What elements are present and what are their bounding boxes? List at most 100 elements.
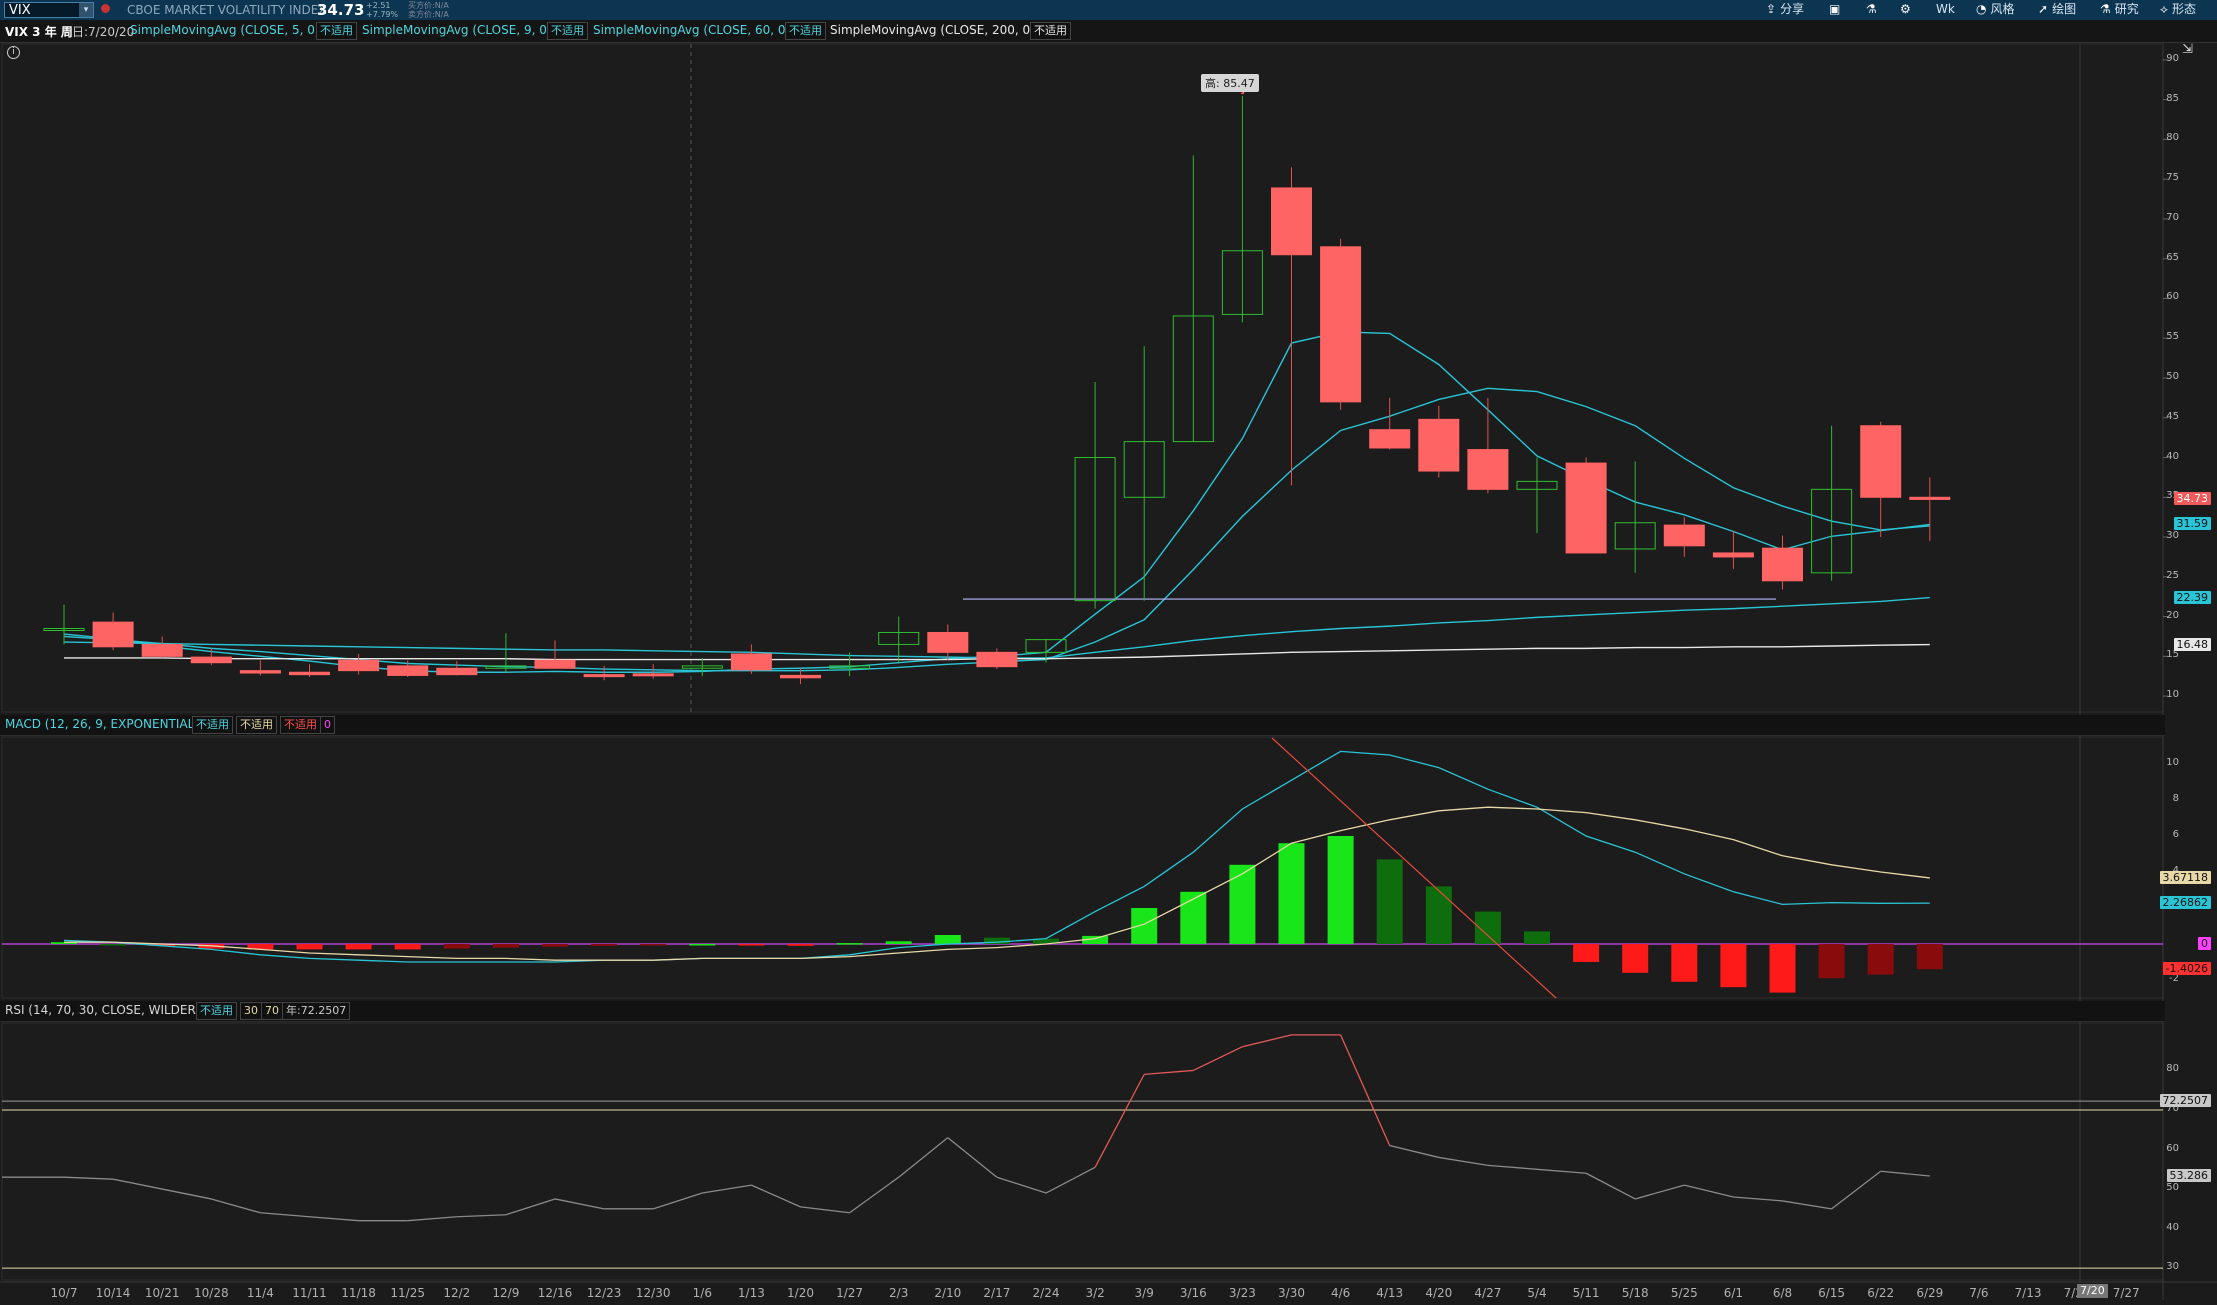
time-tick: 11/11: [292, 1286, 327, 1300]
macd-histogram-bar: [1425, 886, 1452, 944]
candle-body: [190, 656, 232, 664]
macd-histogram-bar: [394, 944, 421, 950]
rsi-header: RSI (14, 70, 30, CLOSE, WILDERS, no) 不适用…: [0, 1001, 2165, 1022]
price-label-box: 34.73: [2173, 492, 2211, 506]
rsi-label-box: 72.2507: [2159, 1094, 2211, 1108]
macd-label[interactable]: MACD (12, 26, 9, EXPONENTIAL, no): [5, 717, 222, 731]
candle-body: [1909, 496, 1951, 500]
time-tick: 6/8: [1772, 1286, 1793, 1300]
chart-canvas[interactable]: ↘: [0, 0, 2217, 1305]
price-tick: 75: [2166, 172, 2179, 184]
macd-histogram-bar: [542, 944, 568, 947]
candle-body: [436, 667, 478, 676]
macd-histogram-bar: [738, 944, 765, 946]
candle-body: [289, 671, 330, 676]
macd-histogram-bar: [1671, 944, 1698, 982]
time-tick: 1/27: [836, 1286, 864, 1300]
time-tick: 10/14: [95, 1286, 131, 1300]
candle-body: [1860, 425, 1902, 498]
time-tick: 10/21: [144, 1286, 180, 1300]
time-tick: 6/22: [1867, 1286, 1895, 1300]
candle-body: [1418, 418, 1460, 472]
time-tick: 4/13: [1376, 1286, 1404, 1300]
macd-label-box: -1.4026: [2162, 962, 2211, 976]
rsi-year-tag: 年:72.2507: [282, 1002, 351, 1020]
time-tick: 5/25: [1670, 1286, 1698, 1300]
rsi-tick: 80: [2166, 1063, 2179, 1075]
candle-body: [730, 653, 772, 671]
macd-histogram-bar: [1818, 944, 1845, 979]
macd-zero-tag: 0: [320, 716, 335, 734]
macd-histogram-bar: [836, 943, 863, 945]
candle-body: [534, 659, 576, 669]
high-price-tag: 高: 85.47: [1201, 74, 1259, 92]
time-tick: 12/30: [635, 1286, 671, 1300]
price-tick: 70: [2166, 211, 2179, 223]
candle-body: [1467, 449, 1509, 490]
macd-histogram-bar: [1720, 944, 1747, 988]
candle-body: [632, 673, 674, 677]
price-tick: 45: [2166, 410, 2179, 422]
macd-label-box: 0: [2198, 937, 2211, 950]
price-tick: 80: [2166, 132, 2179, 144]
macd-histogram-bar: [1622, 944, 1649, 973]
macd-histogram-bar: [492, 944, 519, 948]
macd-histogram-bar: [1327, 836, 1354, 944]
macd-histogram-bar: [1131, 908, 1158, 944]
price-tick: 50: [2166, 371, 2179, 382]
macd-histogram-bar: [1769, 944, 1796, 993]
macd-histogram-bar: [934, 935, 961, 944]
time-tick: 1/20: [787, 1286, 814, 1300]
price-tick: 10: [2166, 689, 2179, 701]
price-tick: 20: [2166, 609, 2179, 621]
time-tick: 2/24: [1032, 1286, 1060, 1300]
macd-tick: 10: [2166, 757, 2179, 768]
macd-histogram-bar: [296, 944, 323, 950]
time-tick: 3/30: [1278, 1286, 1305, 1300]
macd-histogram-bar: [885, 941, 912, 944]
time-tick: 2/10: [934, 1286, 962, 1300]
info-icon[interactable]: i: [7, 46, 20, 59]
rsi-overbought-tag: 70: [261, 1002, 283, 1020]
rsi-oversold-tag: 30: [240, 1002, 262, 1020]
candle-body: [387, 665, 429, 676]
candle-body: [927, 631, 969, 653]
macd-histogram-bar: [1278, 843, 1305, 944]
time-tick: 7/6: [1969, 1286, 1989, 1300]
time-tick: 3/9: [1134, 1286, 1154, 1300]
macd-histogram-bar: [1916, 944, 1943, 970]
time-tick: 4/6: [1330, 1286, 1351, 1300]
time-tick: 7/27: [2112, 1286, 2140, 1300]
price-label-box: 16.48: [2173, 637, 2211, 651]
time-tick: 6/15: [1818, 1286, 1846, 1300]
macd-label-box: 3.67118: [2159, 870, 2211, 884]
time-tick: 12/2: [443, 1286, 471, 1300]
candle-body: [239, 670, 281, 674]
price-tick: 85: [2166, 92, 2179, 104]
candle-body: [1565, 462, 1607, 554]
price-frame: [1, 43, 2164, 713]
price-tick: 40: [2166, 450, 2179, 462]
candle-body: [1271, 187, 1312, 256]
rsi-label-box: 53.286: [2166, 1169, 2211, 1183]
price-label-box: 31.59: [2173, 517, 2211, 531]
macd-histogram-bar: [787, 944, 814, 946]
time-tick: 12/9: [492, 1286, 520, 1300]
price-tick: 30: [2166, 530, 2179, 542]
time-tick: 5/18: [1621, 1286, 1649, 1300]
time-tick: 2/17: [983, 1286, 1011, 1300]
candle-body: [583, 674, 625, 678]
time-tick: 3/2: [1085, 1286, 1105, 1300]
macd-histogram-bar: [1867, 944, 1894, 975]
rsi-tick: 50: [2166, 1182, 2179, 1194]
price-tick: 15: [2166, 649, 2179, 661]
rsi-value-tag: 不适用: [196, 1002, 237, 1020]
time-tick: 5/11: [1572, 1286, 1600, 1300]
time-tick: 4/20: [1425, 1286, 1453, 1300]
macd-histogram-bar: [1524, 931, 1550, 944]
macd-histogram-bar: [1229, 864, 1256, 944]
candle-body: [780, 674, 821, 679]
rsi-frame: [1, 1022, 2164, 1281]
macd-header: MACD (12, 26, 9, EXPONENTIAL, no) 不适用 不适…: [0, 715, 2165, 736]
time-tick: 6/29: [1916, 1286, 1944, 1300]
